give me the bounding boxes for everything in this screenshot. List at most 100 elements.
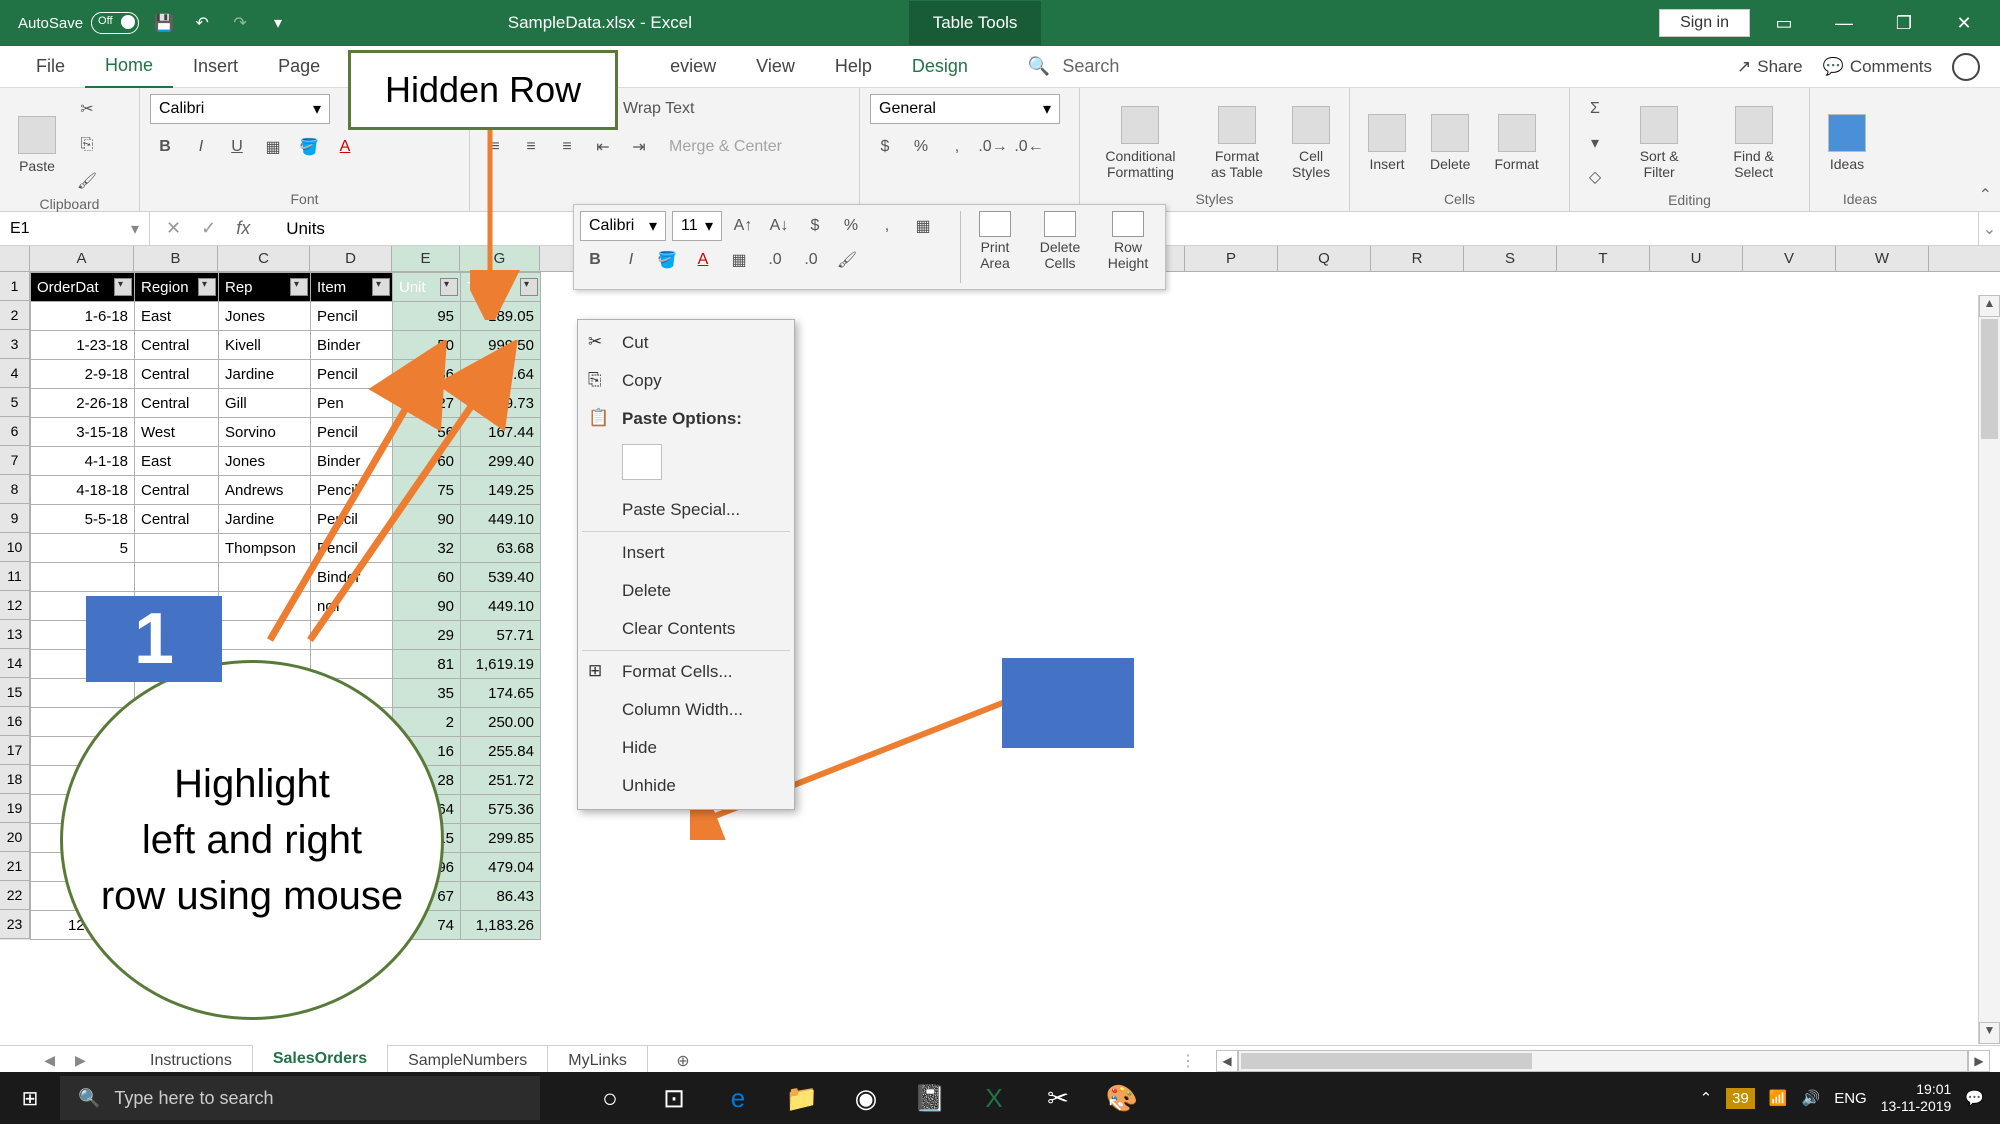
enter-formula-icon[interactable]: ✓ [201, 218, 216, 239]
fill-color-button[interactable]: 🪣 [294, 132, 324, 162]
mini-font-color-icon[interactable]: A [688, 245, 718, 275]
collapse-ribbon-icon[interactable]: ⌃ [1979, 185, 1992, 205]
table-header-rep[interactable]: Rep [219, 273, 311, 302]
menu-format-cells[interactable]: ⊞Format Cells... [578, 653, 794, 691]
column-header-C[interactable]: C [218, 246, 310, 271]
mini-fill-color-icon[interactable]: 🪣 [652, 245, 682, 275]
menu-paste-special[interactable]: Paste Special... [578, 491, 794, 529]
table-row[interactable]: Binder60539.40 [31, 563, 541, 592]
notifications-icon[interactable]: 💬 [1965, 1089, 1984, 1107]
row-header-9[interactable]: 9 [0, 504, 30, 533]
feedback-icon[interactable] [1952, 53, 1980, 81]
menu-insert[interactable]: Insert [578, 534, 794, 572]
mini-dec-dec-icon[interactable]: .0 [796, 245, 826, 275]
snipping-tool-icon[interactable]: ✂ [1028, 1072, 1088, 1124]
hscroll-left-icon[interactable]: ◀ [1216, 1050, 1238, 1072]
mini-border-icon[interactable]: ▦ [908, 211, 938, 241]
font-name-combo[interactable]: Calibri▾ [150, 94, 330, 124]
wrap-text-button[interactable]: Wrap Text [614, 94, 703, 124]
italic-button[interactable]: I [186, 132, 216, 162]
sign-in-button[interactable]: Sign in [1659, 9, 1750, 37]
scroll-thumb[interactable] [1981, 319, 1998, 439]
taskbar-search[interactable]: 🔍 Type here to search [60, 1076, 540, 1120]
font-color-button[interactable]: A [330, 132, 360, 162]
row-header-14[interactable]: 14 [0, 649, 30, 678]
accounting-format-icon[interactable]: $ [870, 132, 900, 162]
percent-format-icon[interactable]: % [906, 132, 936, 162]
column-header-B[interactable]: B [134, 246, 218, 271]
decrease-decimal-icon[interactable]: .0← [1014, 132, 1044, 162]
column-header-E[interactable]: E [392, 246, 460, 271]
menu-hide[interactable]: Hide [578, 729, 794, 767]
format-cells-button[interactable]: Format [1486, 110, 1546, 176]
row-header-5[interactable]: 5 [0, 388, 30, 417]
row-header-18[interactable]: 18 [0, 765, 30, 794]
minimize-icon[interactable]: — [1818, 0, 1870, 46]
edge-icon[interactable]: e [708, 1072, 768, 1124]
file-explorer-icon[interactable]: 📁 [772, 1072, 832, 1124]
ideas-button[interactable]: Ideas [1820, 110, 1874, 176]
format-as-table-button[interactable]: Format as Table [1199, 102, 1275, 184]
horizontal-scrollbar[interactable] [1238, 1050, 1968, 1072]
sheet-tab-mylinks[interactable]: MyLinks [548, 1046, 648, 1076]
tray-chevron-icon[interactable]: ⌃ [1700, 1089, 1713, 1107]
tab-view[interactable]: View [736, 46, 815, 87]
maximize-icon[interactable]: ❐ [1878, 0, 1930, 46]
format-painter-icon[interactable]: 🖌 [72, 166, 102, 196]
sheet-next-icon[interactable]: ▶ [75, 1052, 86, 1069]
vertical-scrollbar[interactable]: ▲ ▼ [1978, 295, 2000, 1044]
row-header-12[interactable]: 12 [0, 591, 30, 620]
table-row[interactable]: 5ThompsonPencil3263.68 [31, 534, 541, 563]
cut-icon[interactable]: ✂ [72, 94, 102, 124]
menu-clear-contents[interactable]: Clear Contents [578, 610, 794, 648]
menu-column-width[interactable]: Column Width... [578, 691, 794, 729]
decrease-indent-icon[interactable]: ⇤ [588, 132, 618, 162]
row-header-8[interactable]: 8 [0, 475, 30, 504]
mini-delete-cells-button[interactable]: Delete Cells [1029, 211, 1091, 283]
copy-icon[interactable]: ⎘ [72, 130, 102, 160]
notepad-icon[interactable]: 📓 [900, 1072, 960, 1124]
mini-italic-icon[interactable]: I [616, 245, 646, 275]
tab-design[interactable]: Design [892, 46, 988, 87]
align-left-icon[interactable]: ≡ [480, 132, 510, 162]
conditional-formatting-button[interactable]: Conditional Formatting [1090, 102, 1191, 184]
column-header-U[interactable]: U [1650, 246, 1743, 271]
save-icon[interactable]: 💾 [151, 10, 177, 36]
table-row[interactable]: 4-18-18CentralAndrewsPencil75149.25 [31, 476, 541, 505]
select-all-button[interactable] [0, 246, 30, 271]
menu-cut[interactable]: ✂Cut [578, 324, 794, 362]
comma-format-icon[interactable]: , [942, 132, 972, 162]
column-header-R[interactable]: R [1371, 246, 1464, 271]
start-button[interactable]: ⊞ [0, 1072, 60, 1124]
table-row[interactable]: 1-6-18EastJonesPencil95189.05 [31, 302, 541, 331]
row-header-4[interactable]: 4 [0, 359, 30, 388]
volume-icon[interactable]: 🔊 [1802, 1089, 1821, 1107]
column-header-T[interactable]: T [1557, 246, 1650, 271]
sheet-tab-instructions[interactable]: Instructions [130, 1046, 253, 1076]
row-header-19[interactable]: 19 [0, 794, 30, 823]
table-header-region[interactable]: Region [135, 273, 219, 302]
row-header-7[interactable]: 7 [0, 446, 30, 475]
clock[interactable]: 19:01 13-11-2019 [1881, 1081, 1952, 1115]
border-button[interactable]: ▦ [258, 132, 288, 162]
row-header-10[interactable]: 10 [0, 533, 30, 562]
ribbon-display-icon[interactable]: ▭ [1758, 0, 1810, 46]
mini-comma-icon[interactable]: , [872, 211, 902, 241]
menu-delete[interactable]: Delete [578, 572, 794, 610]
excel-taskbar-icon[interactable]: X [964, 1072, 1024, 1124]
column-header-S[interactable]: S [1464, 246, 1557, 271]
mini-font-name[interactable]: Calibri▾ [580, 211, 666, 241]
row-header-23[interactable]: 23 [0, 910, 30, 939]
customize-qat-icon[interactable]: ▾ [265, 10, 291, 36]
increase-decimal-icon[interactable]: .0→ [978, 132, 1008, 162]
table-row[interactable]: 5-5-18CentralJardinePencil90449.10 [31, 505, 541, 534]
bold-button[interactable]: B [150, 132, 180, 162]
mini-bold-icon[interactable]: B [580, 245, 610, 275]
scroll-up-icon[interactable]: ▲ [1979, 295, 2000, 317]
paste-button[interactable]: Paste [10, 112, 64, 178]
close-icon[interactable]: ✕ [1938, 0, 1990, 46]
undo-icon[interactable]: ↶ [189, 10, 215, 36]
menu-copy[interactable]: ⎘Copy [578, 362, 794, 400]
tab-help[interactable]: Help [815, 46, 892, 87]
row-header-15[interactable]: 15 [0, 678, 30, 707]
